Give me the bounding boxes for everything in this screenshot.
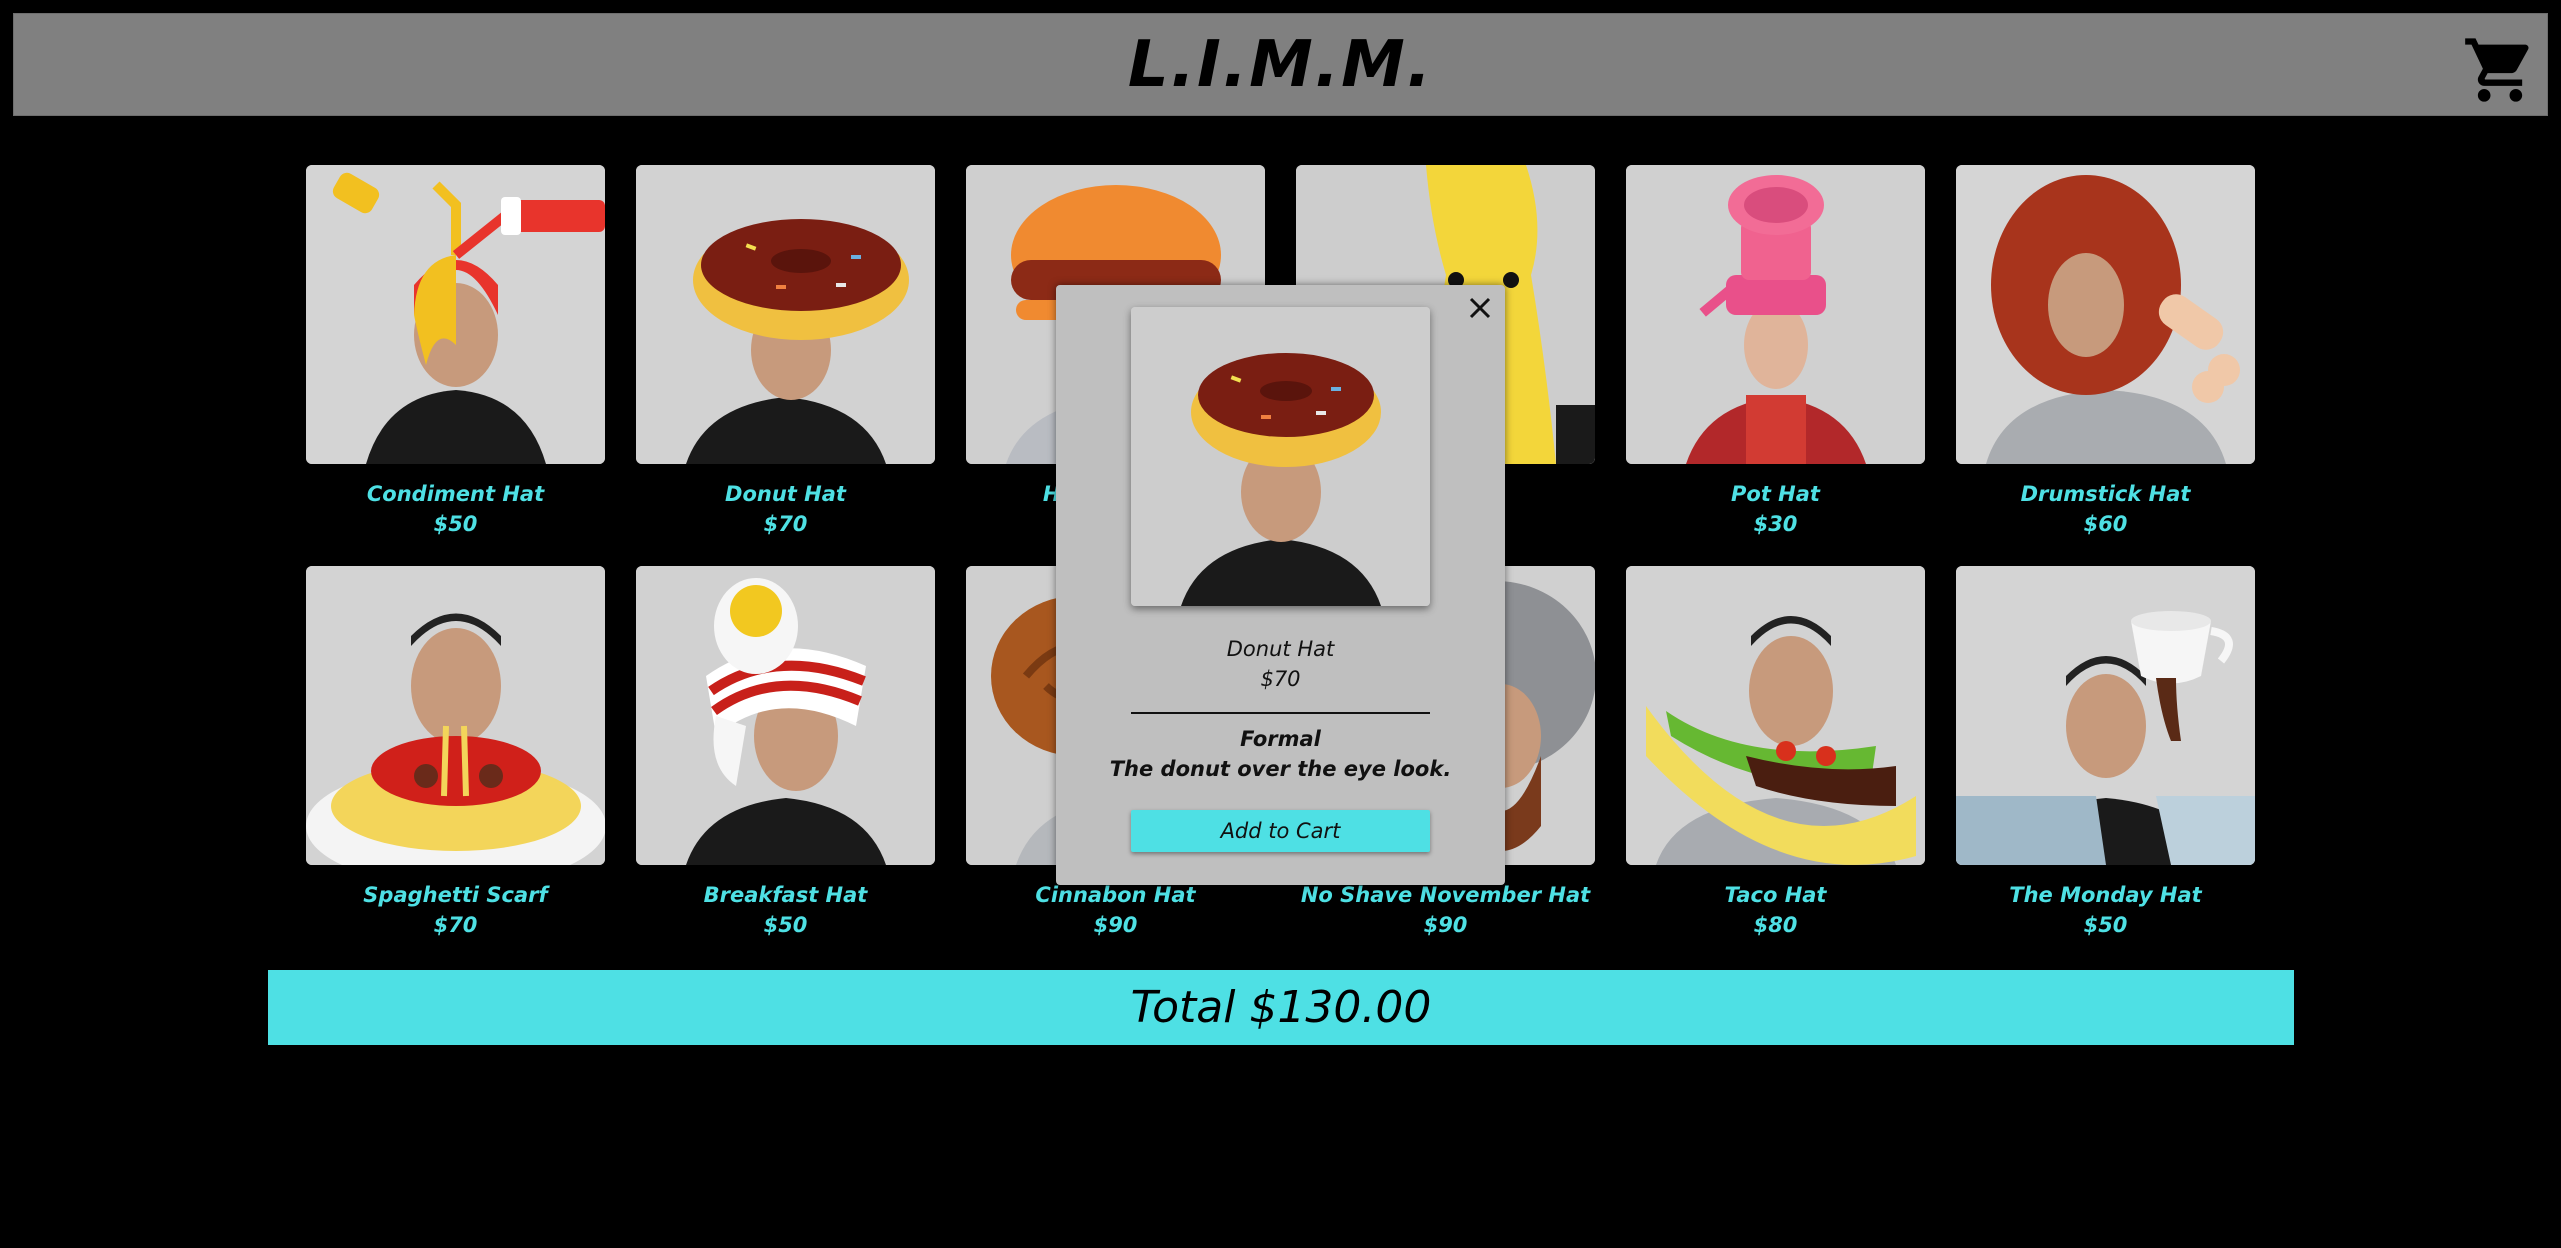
product-name: Condiment Hat: [366, 482, 545, 506]
product-name: Donut Hat: [725, 482, 846, 506]
add-to-cart-button[interactable]: Add to Cart: [1131, 810, 1430, 852]
modal-product-category: Formal: [1240, 727, 1321, 751]
modal-product-price: $70: [1260, 667, 1301, 691]
product-price: $60: [2083, 512, 2128, 536]
product-card[interactable]: Condiment Hat $50: [306, 165, 605, 536]
product-image[interactable]: [636, 165, 935, 464]
cart-total-bar[interactable]: Total $130.00: [268, 970, 2294, 1045]
product-price: $50: [763, 913, 808, 937]
product-price: $30: [1753, 512, 1798, 536]
product-image[interactable]: [306, 165, 605, 464]
product-price: $90: [1423, 913, 1468, 937]
header-bar: L.I.M.M.: [13, 13, 2548, 116]
product-image[interactable]: [1956, 165, 2255, 464]
product-detail-modal: Donut Hat $70 Formal The donut over the …: [1056, 285, 1505, 885]
product-image[interactable]: [1626, 566, 1925, 865]
cart-total-label: Total $130.00: [1130, 982, 1432, 1033]
product-name: Drumstick Hat: [2020, 482, 2191, 506]
product-image[interactable]: [1956, 566, 2255, 865]
product-card[interactable]: Pot Hat $30: [1626, 165, 1925, 536]
product-price: $90: [1093, 913, 1138, 937]
product-name: Pot Hat: [1731, 482, 1820, 506]
product-card[interactable]: Donut Hat $70: [636, 165, 935, 536]
product-card[interactable]: Drumstick Hat $60: [1956, 165, 2255, 536]
product-image[interactable]: [636, 566, 935, 865]
product-price: $70: [433, 913, 478, 937]
product-name: Cinnabon Hat: [1035, 883, 1196, 907]
product-name: Breakfast Hat: [703, 883, 868, 907]
modal-divider: [1131, 712, 1430, 714]
product-card[interactable]: Breakfast Hat $50: [636, 566, 935, 937]
product-name: No Shave November Hat: [1300, 883, 1591, 907]
product-image[interactable]: [1626, 165, 1925, 464]
product-price: $50: [433, 512, 478, 536]
shopping-cart-icon[interactable]: [2462, 32, 2538, 108]
product-price: $70: [763, 512, 808, 536]
product-price: $50: [2083, 913, 2128, 937]
modal-product-image: [1131, 307, 1430, 606]
product-card[interactable]: The Monday Hat $50: [1956, 566, 2255, 937]
product-name: The Monday Hat: [2009, 883, 2202, 907]
site-logo[interactable]: L.I.M.M.: [14, 28, 2547, 102]
product-price: $80: [1753, 913, 1798, 937]
product-card[interactable]: Taco Hat $80: [1626, 566, 1925, 937]
product-card[interactable]: Spaghetti Scarf $70: [306, 566, 605, 937]
modal-product-description: The donut over the eye look.: [1109, 757, 1452, 781]
product-name: Spaghetti Scarf: [363, 883, 548, 907]
product-image[interactable]: [306, 566, 605, 865]
close-icon[interactable]: [1463, 291, 1497, 325]
modal-product-name: Donut Hat: [1226, 637, 1335, 661]
product-name: Taco Hat: [1724, 883, 1827, 907]
